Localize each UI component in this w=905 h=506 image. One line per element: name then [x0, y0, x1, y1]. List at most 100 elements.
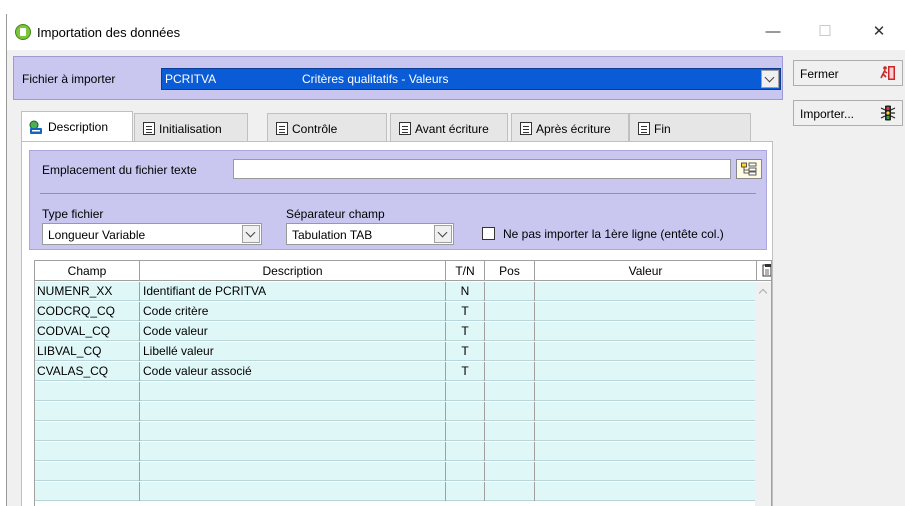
cell-pos[interactable] [485, 422, 535, 441]
cell-valeur[interactable] [535, 342, 757, 361]
cell-valeur[interactable] [535, 442, 757, 461]
chevron-down-icon[interactable] [434, 225, 452, 243]
column-picker-icon[interactable] [762, 264, 772, 277]
cell-tn[interactable] [446, 482, 485, 501]
column-header-valeur[interactable]: Valeur [535, 261, 757, 281]
document-icon [276, 122, 288, 135]
cell-tn[interactable] [446, 402, 485, 421]
table-row[interactable] [35, 422, 757, 441]
cell-description[interactable]: Code valeur [140, 322, 446, 341]
tab-controle[interactable]: Contrôle [267, 113, 387, 141]
cell-valeur[interactable] [535, 302, 757, 321]
table-row[interactable] [35, 482, 757, 501]
document-icon [143, 122, 155, 135]
cell-pos[interactable] [485, 482, 535, 501]
chevron-down-icon[interactable] [761, 70, 779, 88]
tab-description[interactable]: Description [21, 111, 133, 141]
cell-pos[interactable] [485, 362, 535, 381]
tab-avant-ecriture[interactable]: Avant écriture [390, 113, 508, 141]
skip-header-checkbox[interactable] [482, 227, 495, 240]
cell-champ[interactable] [35, 482, 140, 501]
cell-valeur[interactable] [535, 282, 757, 301]
column-header-champ[interactable]: Champ [35, 261, 140, 281]
cell-tn[interactable] [446, 462, 485, 481]
cell-description[interactable] [140, 402, 446, 421]
minimize-button[interactable]: — [763, 22, 783, 42]
cell-champ[interactable]: NUMENR_XX [35, 282, 140, 301]
cell-champ[interactable] [35, 462, 140, 481]
cell-pos[interactable] [485, 382, 535, 401]
cell-description[interactable] [140, 382, 446, 401]
table-row[interactable]: NUMENR_XX Identifiant de PCRITVA N [35, 282, 757, 301]
cell-valeur[interactable] [535, 482, 757, 501]
table-row[interactable] [35, 442, 757, 461]
tab-apres-ecriture[interactable]: Après écriture [511, 113, 629, 141]
table-row[interactable]: CODVAL_CQ Code valeur T [35, 322, 757, 341]
column-header-tn[interactable]: T/N [446, 261, 485, 281]
table-row[interactable]: CVALAS_CQ Code valeur associé T [35, 362, 757, 381]
separator-select[interactable]: Tabulation TAB [286, 223, 454, 245]
document-icon [638, 122, 650, 135]
cell-pos[interactable] [485, 302, 535, 321]
location-field[interactable] [233, 159, 731, 179]
cell-description[interactable] [140, 462, 446, 481]
cell-tn[interactable]: T [446, 342, 485, 361]
cell-description[interactable]: Code critère [140, 302, 446, 321]
cell-description[interactable]: Code valeur associé [140, 362, 446, 381]
cell-tn[interactable]: T [446, 302, 485, 321]
cell-tn[interactable]: T [446, 362, 485, 381]
close-button-label: Fermer [800, 67, 839, 81]
table-row[interactable]: LIBVAL_CQ Libellé valeur T [35, 342, 757, 361]
cell-description[interactable]: Libellé valeur [140, 342, 446, 361]
cell-tn[interactable] [446, 442, 485, 461]
import-button[interactable]: Importer... [793, 100, 903, 126]
close-window-button[interactable]: ✕ [869, 22, 889, 42]
cell-champ[interactable]: CODVAL_CQ [35, 322, 140, 341]
cell-champ[interactable] [35, 382, 140, 401]
tab-initialisation[interactable]: Initialisation [134, 113, 248, 141]
maximize-button[interactable]: ☐ [815, 22, 835, 42]
table-row[interactable] [35, 382, 757, 401]
cell-description[interactable] [140, 422, 446, 441]
cell-valeur[interactable] [535, 422, 757, 441]
cell-valeur[interactable] [535, 322, 757, 341]
cell-champ[interactable] [35, 402, 140, 421]
cell-valeur[interactable] [535, 362, 757, 381]
browse-button[interactable] [736, 159, 762, 179]
cell-pos[interactable] [485, 402, 535, 421]
chevron-down-icon[interactable] [242, 225, 260, 243]
cell-description[interactable] [140, 482, 446, 501]
cell-pos[interactable] [485, 322, 535, 341]
cell-tn[interactable] [446, 422, 485, 441]
cell-description[interactable]: Identifiant de PCRITVA [140, 282, 446, 301]
cell-champ[interactable] [35, 442, 140, 461]
cell-tn[interactable]: T [446, 322, 485, 341]
cell-champ[interactable]: CODCRQ_CQ [35, 302, 140, 321]
cell-champ[interactable]: CVALAS_CQ [35, 362, 140, 381]
exit-runner-icon [880, 66, 895, 80]
vertical-scrollbar[interactable] [755, 282, 771, 506]
table-row[interactable]: CODCRQ_CQ Code critère T [35, 302, 757, 321]
cell-tn[interactable] [446, 382, 485, 401]
cell-champ[interactable]: LIBVAL_CQ [35, 342, 140, 361]
tab-initialisation-label: Initialisation [159, 122, 222, 136]
table-row[interactable] [35, 402, 757, 421]
cell-tn[interactable]: N [446, 282, 485, 301]
table-row[interactable] [35, 462, 757, 481]
column-header-pos[interactable]: Pos [485, 261, 535, 281]
column-header-description[interactable]: Description [140, 261, 446, 281]
cell-pos[interactable] [485, 442, 535, 461]
file-type-select[interactable]: Longueur Variable [42, 223, 262, 245]
close-button[interactable]: Fermer [793, 60, 903, 86]
cell-valeur[interactable] [535, 382, 757, 401]
fields-grid[interactable]: Champ Description T/N Pos Valeur NUMENR_… [34, 260, 772, 506]
cell-pos[interactable] [485, 282, 535, 301]
tab-fin[interactable]: Fin [629, 113, 751, 141]
cell-pos[interactable] [485, 342, 535, 361]
cell-valeur[interactable] [535, 402, 757, 421]
cell-pos[interactable] [485, 462, 535, 481]
cell-champ[interactable] [35, 422, 140, 441]
file-select[interactable]: PCRITVA Critères qualitatifs - Valeurs [161, 68, 781, 90]
cell-valeur[interactable] [535, 462, 757, 481]
cell-description[interactable] [140, 442, 446, 461]
